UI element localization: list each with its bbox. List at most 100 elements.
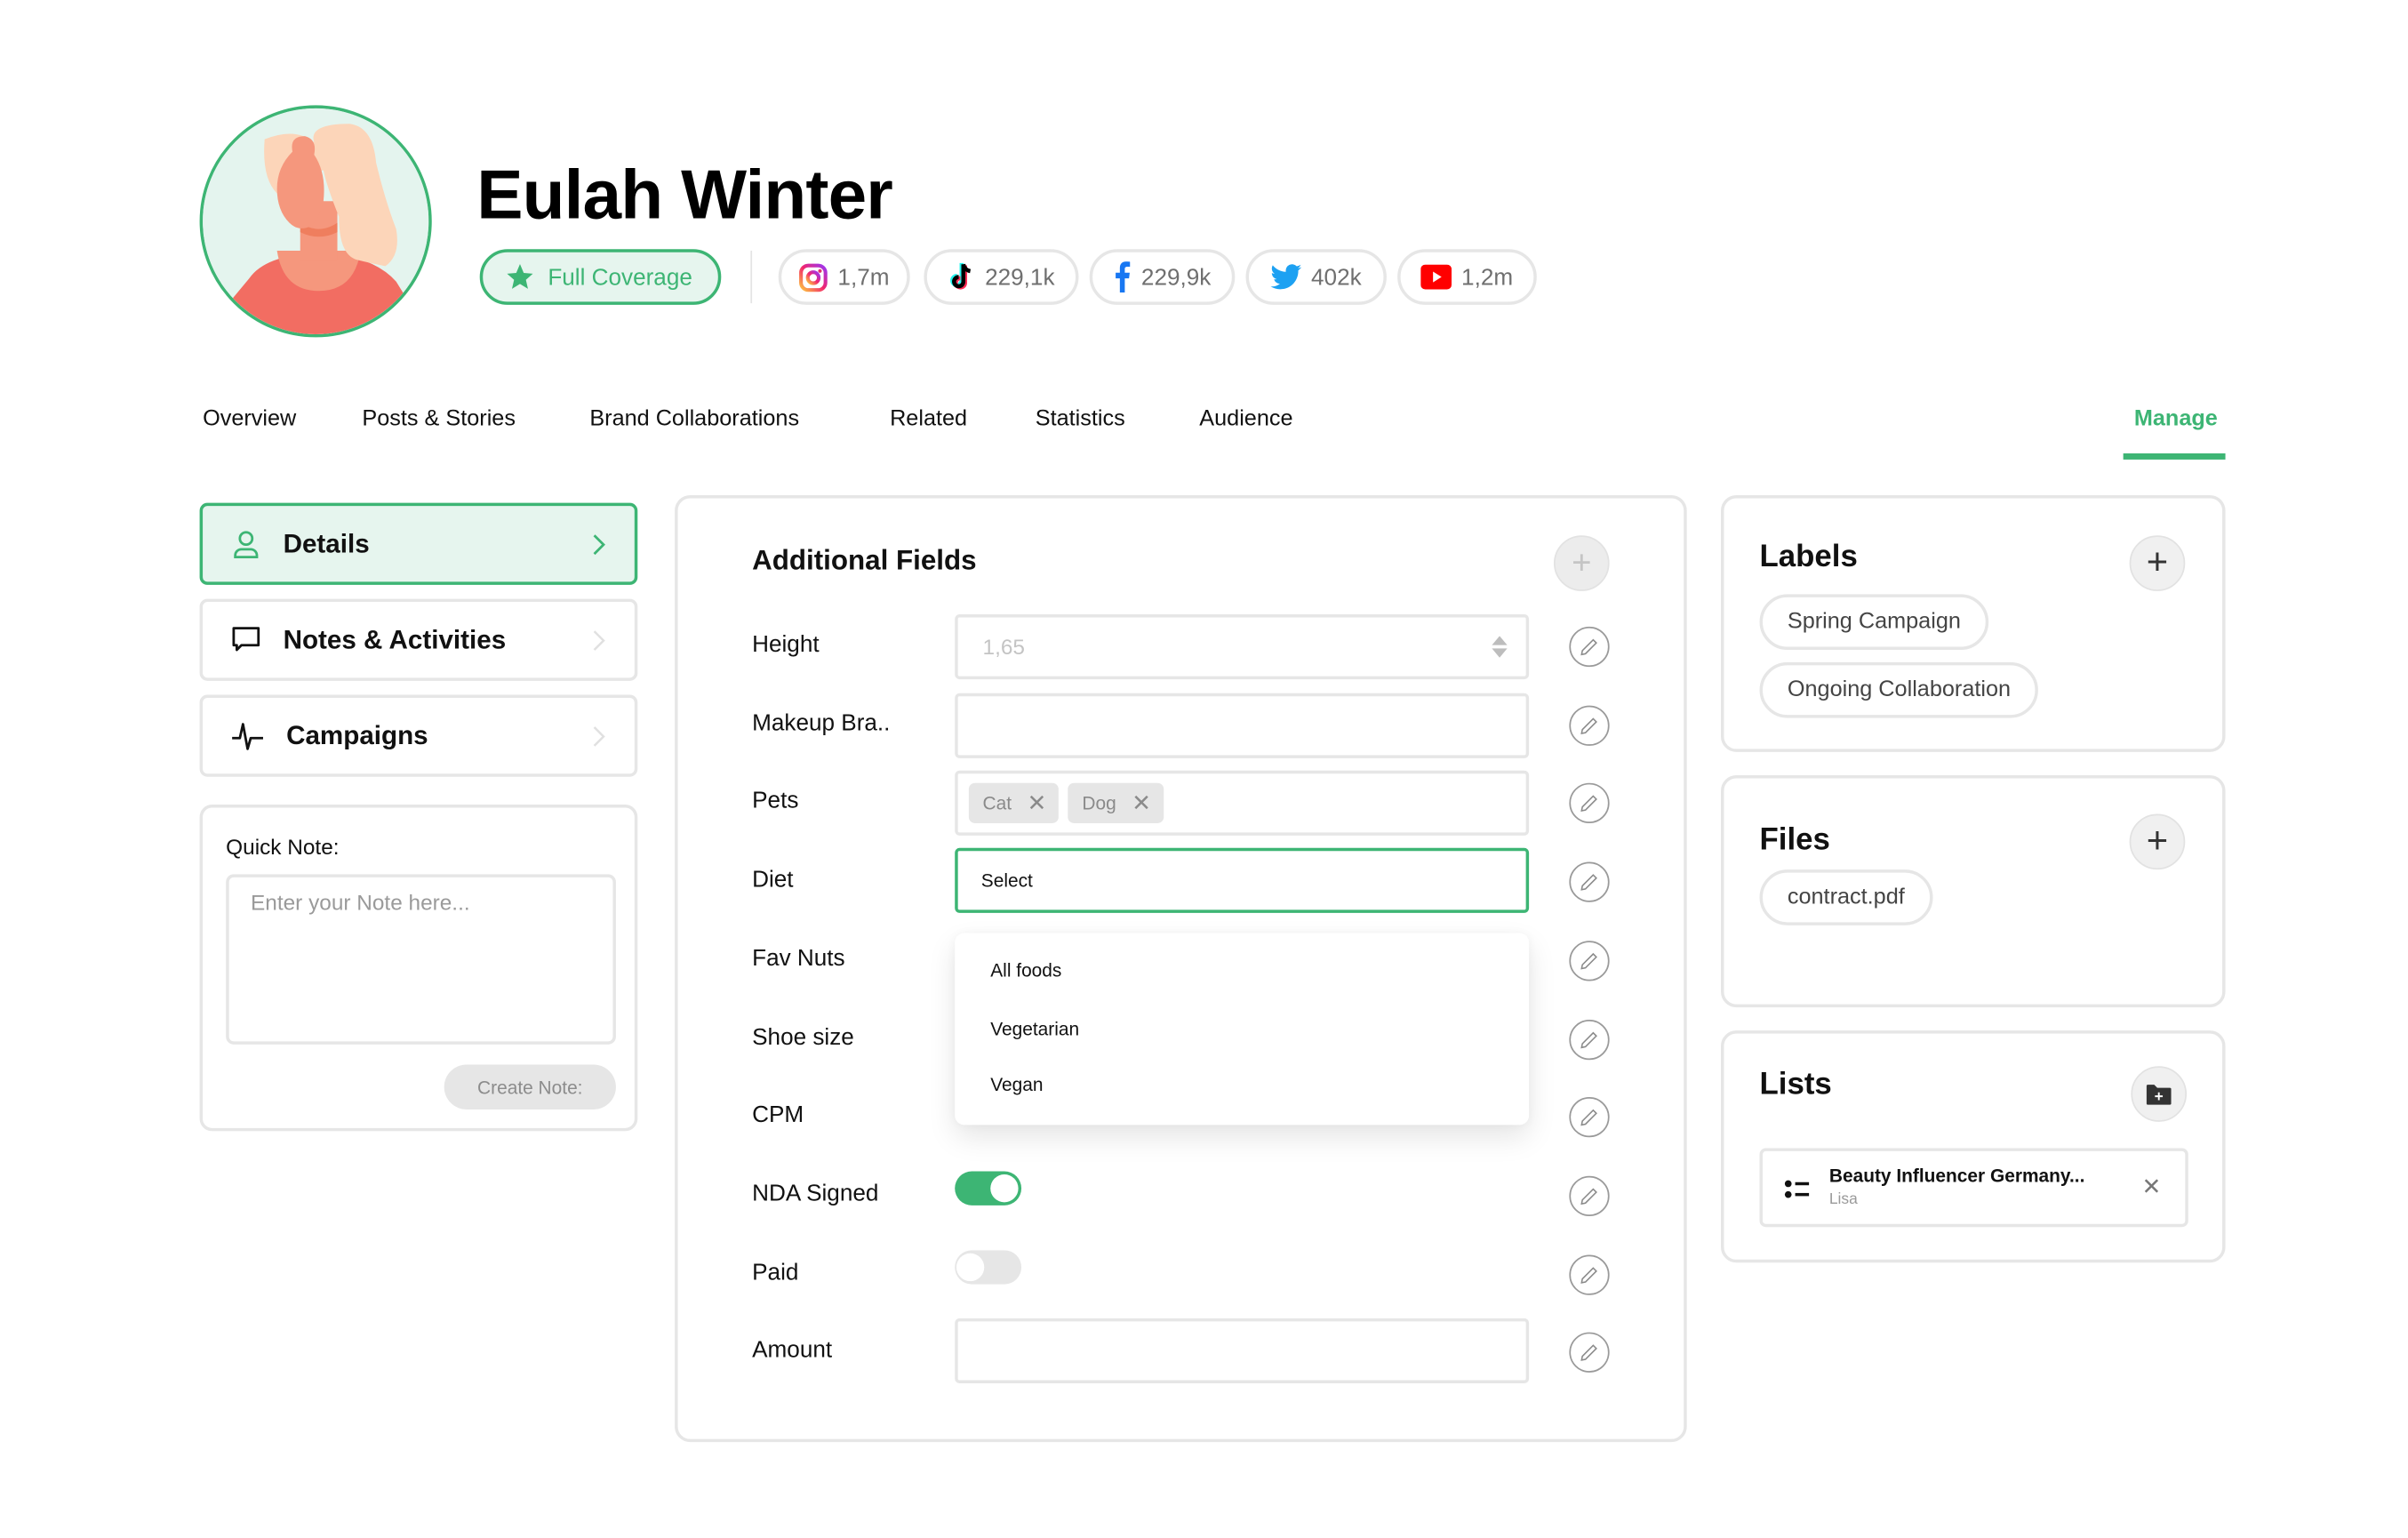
add-file-button[interactable]: + [2129, 813, 2186, 870]
edit-amount-button[interactable] [1569, 1332, 1610, 1373]
pencil-icon [1580, 1109, 1597, 1126]
folder-add-icon [2146, 1085, 2172, 1105]
tab-statistics[interactable]: Statistics [1036, 407, 1125, 432]
social-instagram[interactable]: 1,7m [778, 249, 910, 305]
profile-name: Eulah Winter [476, 155, 893, 234]
edit-paid-button[interactable] [1569, 1254, 1610, 1295]
sidebar-item-campaigns[interactable]: Campaigns [199, 694, 638, 777]
pulse-icon [232, 722, 263, 749]
field-label-amount: Amount [752, 1336, 833, 1364]
create-note-button[interactable]: Create Note: [444, 1064, 616, 1109]
plus-icon: + [2146, 820, 2169, 862]
field-label-height: Height [752, 631, 820, 658]
stepper-down-icon[interactable] [1492, 648, 1508, 658]
number-stepper[interactable] [1492, 636, 1508, 658]
edit-makeup-brand-button[interactable] [1569, 705, 1610, 746]
label-pill[interactable]: Spring Campaign [1759, 594, 1989, 651]
remove-list-icon[interactable]: ✕ [2142, 1173, 2162, 1201]
tab-manage[interactable]: Manage [2134, 407, 2218, 432]
edit-pets-button[interactable] [1569, 782, 1610, 823]
edit-diet-button[interactable] [1569, 861, 1610, 902]
add-label-button[interactable]: + [2129, 535, 2186, 591]
twitter-count: 402k [1311, 263, 1362, 291]
remove-tag-icon[interactable]: ✕ [1132, 789, 1151, 817]
facebook-count: 229,9k [1140, 263, 1212, 291]
field-label-cpm: CPM [752, 1101, 804, 1128]
edit-height-button[interactable] [1569, 626, 1610, 668]
quick-note-input[interactable] [226, 874, 616, 1045]
edit-shoe-size-button[interactable] [1569, 1019, 1610, 1061]
diet-dropdown-menu: All foods Vegetarian Vegan [955, 933, 1530, 1125]
dropdown-option-all-foods[interactable]: All foods [990, 959, 1061, 981]
lists-title: Lists [1759, 1067, 1832, 1102]
toggle-knob [956, 1253, 985, 1282]
pencil-icon [1580, 1188, 1597, 1206]
field-label-nda-signed: NDA Signed [752, 1181, 879, 1207]
tab-overview[interactable]: Overview [203, 407, 296, 432]
field-label-paid: Paid [752, 1259, 799, 1286]
chevron-right-icon [593, 533, 605, 555]
tab-audience[interactable]: Audience [1199, 407, 1292, 432]
user-icon [234, 530, 259, 558]
pencil-icon [1580, 638, 1597, 656]
tag-label: Dog [1082, 792, 1116, 814]
pets-tag-input[interactable]: Cat ✕ Dog ✕ [955, 770, 1530, 836]
tiktok-count: 229,1k [985, 263, 1055, 291]
height-input[interactable] [957, 617, 1526, 677]
add-field-button[interactable]: + [1553, 535, 1610, 591]
tab-posts-stories[interactable]: Posts & Stories [362, 407, 516, 432]
field-label-makeup-brand: Makeup Bra.. [752, 709, 891, 737]
social-twitter[interactable]: 402k [1245, 249, 1387, 305]
quick-note-label: Quick Note: [226, 834, 340, 859]
file-pill[interactable]: contract.pdf [1759, 869, 1933, 925]
list-item[interactable]: Beauty Influencer Germany... Lisa ✕ [1759, 1148, 2188, 1228]
pencil-icon [1580, 1344, 1597, 1361]
diet-select[interactable]: Select [955, 847, 1530, 913]
instagram-count: 1,7m [837, 263, 890, 291]
edit-fav-nuts-button[interactable] [1569, 941, 1610, 981]
tag-chip-dog: Dog ✕ [1068, 782, 1164, 823]
edit-cpm-button[interactable] [1569, 1097, 1610, 1138]
additional-fields-title: Additional Fields [752, 544, 977, 576]
social-youtube[interactable]: 1,2m [1397, 249, 1537, 305]
dropdown-option-vegetarian[interactable]: Vegetarian [990, 1018, 1079, 1039]
tag-label: Cat [982, 792, 1012, 814]
height-input-box [955, 613, 1530, 680]
label-pill[interactable]: Ongoing Collaboration [1759, 661, 2039, 718]
diet-select-value: Select [980, 869, 1033, 892]
tab-related[interactable]: Related [890, 407, 967, 432]
sidebar-item-label: Details [283, 528, 370, 558]
stepper-up-icon[interactable] [1492, 636, 1508, 645]
quick-note-card: Quick Note: Create Note: [199, 805, 638, 1132]
coverage-badge[interactable]: Full Coverage [479, 249, 722, 305]
plus-icon: + [2146, 541, 2169, 584]
sidebar-item-notes-activities[interactable]: Notes & Activities [199, 598, 638, 681]
amount-input[interactable] [957, 1321, 1526, 1381]
social-facebook[interactable]: 229,9k [1089, 249, 1236, 305]
remove-tag-icon[interactable]: ✕ [1027, 789, 1046, 817]
edit-nda-signed-button[interactable] [1569, 1175, 1610, 1217]
field-label-shoe-size: Shoe size [752, 1024, 854, 1051]
profile-avatar [199, 105, 432, 338]
sidebar-item-label: Campaigns [286, 720, 428, 750]
makeup-brand-input[interactable] [957, 696, 1526, 756]
youtube-icon [1420, 264, 1452, 290]
tab-brand-collaborations[interactable]: Brand Collaborations [589, 407, 799, 432]
lists-card [1720, 1030, 2226, 1263]
social-tiktok[interactable]: 229,1k [924, 249, 1079, 305]
sidebar-item-details[interactable]: Details [199, 502, 638, 585]
active-tab-indicator [2123, 453, 2226, 460]
sidebar-item-label: Notes & Activities [283, 624, 507, 654]
youtube-count: 1,2m [1461, 263, 1514, 291]
toggle-knob [990, 1174, 1019, 1203]
nda-signed-toggle[interactable] [955, 1171, 1022, 1206]
header-divider [750, 250, 753, 304]
paid-toggle[interactable] [955, 1250, 1022, 1285]
pencil-icon [1580, 1031, 1597, 1049]
tiktok-icon [950, 262, 972, 290]
avatar-illustration [203, 108, 429, 334]
field-label-fav-nuts: Fav Nuts [752, 945, 845, 973]
add-list-button[interactable] [2131, 1066, 2188, 1122]
dropdown-option-vegan[interactable]: Vegan [990, 1074, 1043, 1095]
pencil-icon [1580, 874, 1597, 891]
